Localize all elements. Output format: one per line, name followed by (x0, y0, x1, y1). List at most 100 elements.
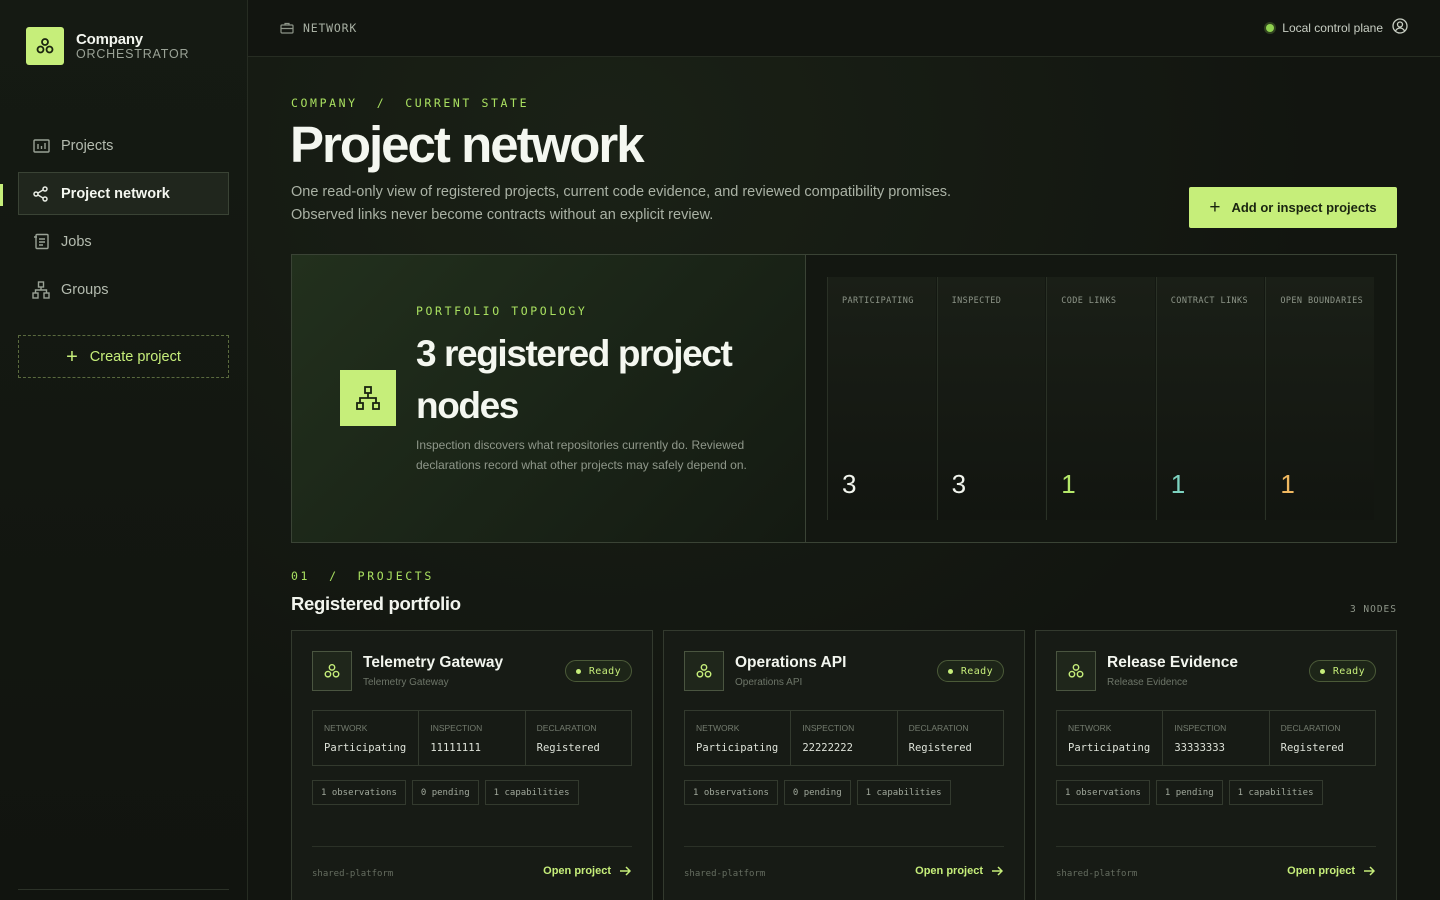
project-facts: NETWORK Participating INSPECTION 22222222 … (684, 710, 1004, 766)
card-divider (1056, 846, 1376, 847)
fact-label: INSPECTION (802, 723, 855, 733)
status-dot-icon (1319, 668, 1325, 674)
status-dot-icon (1266, 23, 1275, 32)
sidebar-item-label: Projects (61, 137, 114, 154)
stat-participating: PARTICIPATING 3 (827, 277, 936, 520)
project-group: shared-platform (1056, 869, 1138, 879)
chip-capabilities: 1 capabilities (1228, 780, 1323, 805)
project-facts: NETWORK Participating INSPECTION 33333333 … (1056, 710, 1376, 766)
fact-inspection: INSPECTION 11111111 (419, 711, 526, 765)
fact-value: Registered (536, 742, 600, 754)
open-project-label: Open project (543, 865, 611, 877)
project-card[interactable]: Operations API Operations API Ready NETW… (663, 630, 1025, 900)
project-group: shared-platform (312, 869, 394, 879)
node-count: 3 NODES (1349, 604, 1397, 615)
project-group: shared-platform (684, 869, 766, 879)
stat-code-links: CODE LINKS 1 (1046, 277, 1155, 520)
fact-label: NETWORK (696, 723, 740, 733)
open-project-link[interactable]: Open project (1287, 865, 1375, 877)
chip-capabilities: 1 capabilities (484, 780, 579, 805)
portfolio-topology-panel: PORTFOLIO TOPOLOGY 3 registered project … (291, 254, 1397, 543)
fact-network: NETWORK Participating (685, 711, 792, 765)
open-project-label: Open project (915, 865, 983, 877)
chip-pending: 0 pending (411, 780, 479, 805)
project-subtitle: Operations API (735, 677, 803, 688)
stat-value: 1 (1170, 469, 1186, 499)
stat-value: 3 (951, 469, 967, 499)
open-project-link[interactable]: Open project (915, 865, 1003, 877)
status-badge-label: Ready (588, 665, 621, 677)
fact-declaration: DECLARATION Registered (526, 711, 631, 765)
stat-open-boundaries: OPEN BOUNDARIES 1 (1265, 277, 1374, 520)
fact-label: DECLARATION (536, 723, 597, 733)
fact-value: 22222222 (802, 742, 853, 754)
status-badge: Ready (1308, 660, 1376, 682)
fact-value: Participating (696, 742, 779, 754)
sidebar-item-projects[interactable]: Projects (18, 124, 229, 167)
topology-title: 3 registered project nodes (416, 333, 733, 426)
control-plane-status: Local control plane (1266, 18, 1408, 37)
fact-declaration: DECLARATION Registered (1270, 711, 1375, 765)
sidebar-item-groups[interactable]: Groups (18, 268, 229, 311)
status-dot-icon (947, 668, 953, 674)
arrow-right-icon (620, 866, 631, 876)
topbar: NETWORK Local control plane (248, 0, 1440, 57)
fact-inspection: INSPECTION 22222222 (791, 711, 898, 765)
create-project-button[interactable]: + Create project (18, 335, 229, 378)
project-chips: 1 observations 0 pending 1 capabilities (684, 780, 957, 805)
jobs-icon (32, 233, 50, 251)
section-eyebrow: 01 / PROJECTS (291, 569, 434, 583)
description-line: One read-only view of registered project… (291, 184, 952, 200)
open-project-link[interactable]: Open project (543, 865, 631, 877)
status-label: Local control plane (1282, 20, 1383, 35)
status-dot-icon (575, 668, 581, 674)
sidebar-item-jobs[interactable]: Jobs (18, 220, 229, 263)
add-inspect-projects-button[interactable]: + Add or inspect projects (1189, 187, 1397, 228)
topology-icon (340, 370, 396, 426)
card-divider (684, 846, 1004, 847)
chip-pending: 1 pending (1155, 780, 1223, 805)
section-title: Registered portfolio (291, 593, 461, 614)
fact-label: NETWORK (1068, 723, 1112, 733)
plus-icon: + (1209, 197, 1221, 218)
fact-label: DECLARATION (908, 723, 969, 733)
project-icon (1056, 651, 1096, 691)
sidebar-item-label: Jobs (61, 233, 92, 250)
brand-subtitle: ORCHESTRATOR (76, 46, 190, 61)
breadcrumb: NETWORK (280, 21, 357, 35)
stat-value: 3 (842, 469, 857, 499)
fact-declaration: DECLARATION Registered (898, 711, 1003, 765)
page-eyebrow: COMPANY / CURRENT STATE (291, 96, 530, 110)
folder-icon (32, 137, 50, 155)
stat-value: 1 (1280, 469, 1295, 499)
status-badge: Ready (936, 660, 1004, 682)
project-subtitle: Release Evidence (1107, 677, 1188, 688)
stat-label: CODE LINKS (1061, 296, 1117, 306)
stat-inspected: INSPECTED 3 (936, 277, 1046, 520)
topology-eyebrow: PORTFOLIO TOPOLOGY (416, 304, 588, 318)
status-badge-label: Ready (1332, 665, 1365, 677)
briefcase-icon (280, 22, 294, 34)
stat-contract-links: CONTRACT LINKS 1 (1155, 277, 1265, 520)
sidebar-item-project-network[interactable]: Project network (18, 172, 229, 215)
fact-value: Registered (1280, 742, 1344, 754)
project-card[interactable]: Release Evidence Release Evidence Ready … (1035, 630, 1397, 900)
sidebar-nav: Projects Project network Jobs Groups (18, 124, 229, 316)
chip-observations: 1 observations (1056, 780, 1150, 805)
arrow-right-icon (1364, 866, 1375, 876)
breadcrumb-label: NETWORK (303, 21, 358, 35)
fact-network: NETWORK Participating (1057, 711, 1164, 765)
sidebar-divider (18, 889, 229, 890)
project-card[interactable]: Telemetry Gateway Telemetry Gateway Read… (291, 630, 653, 900)
project-name: Telemetry Gateway (363, 654, 504, 671)
user-account-icon[interactable] (1392, 18, 1408, 37)
topology-description: Inspection discovers what repositories c… (416, 438, 747, 472)
brand[interactable]: Company ORCHESTRATOR (26, 27, 189, 65)
fact-value: 33333333 (1174, 742, 1225, 754)
fact-inspection: INSPECTION 33333333 (1163, 711, 1270, 765)
groups-icon (32, 280, 50, 299)
chip-observations: 1 observations (312, 780, 406, 805)
page-description: One read-only view of registered project… (291, 181, 991, 227)
page-title: Project network (290, 116, 645, 173)
project-chips: 1 observations 1 pending 1 capabilities (1056, 780, 1329, 805)
